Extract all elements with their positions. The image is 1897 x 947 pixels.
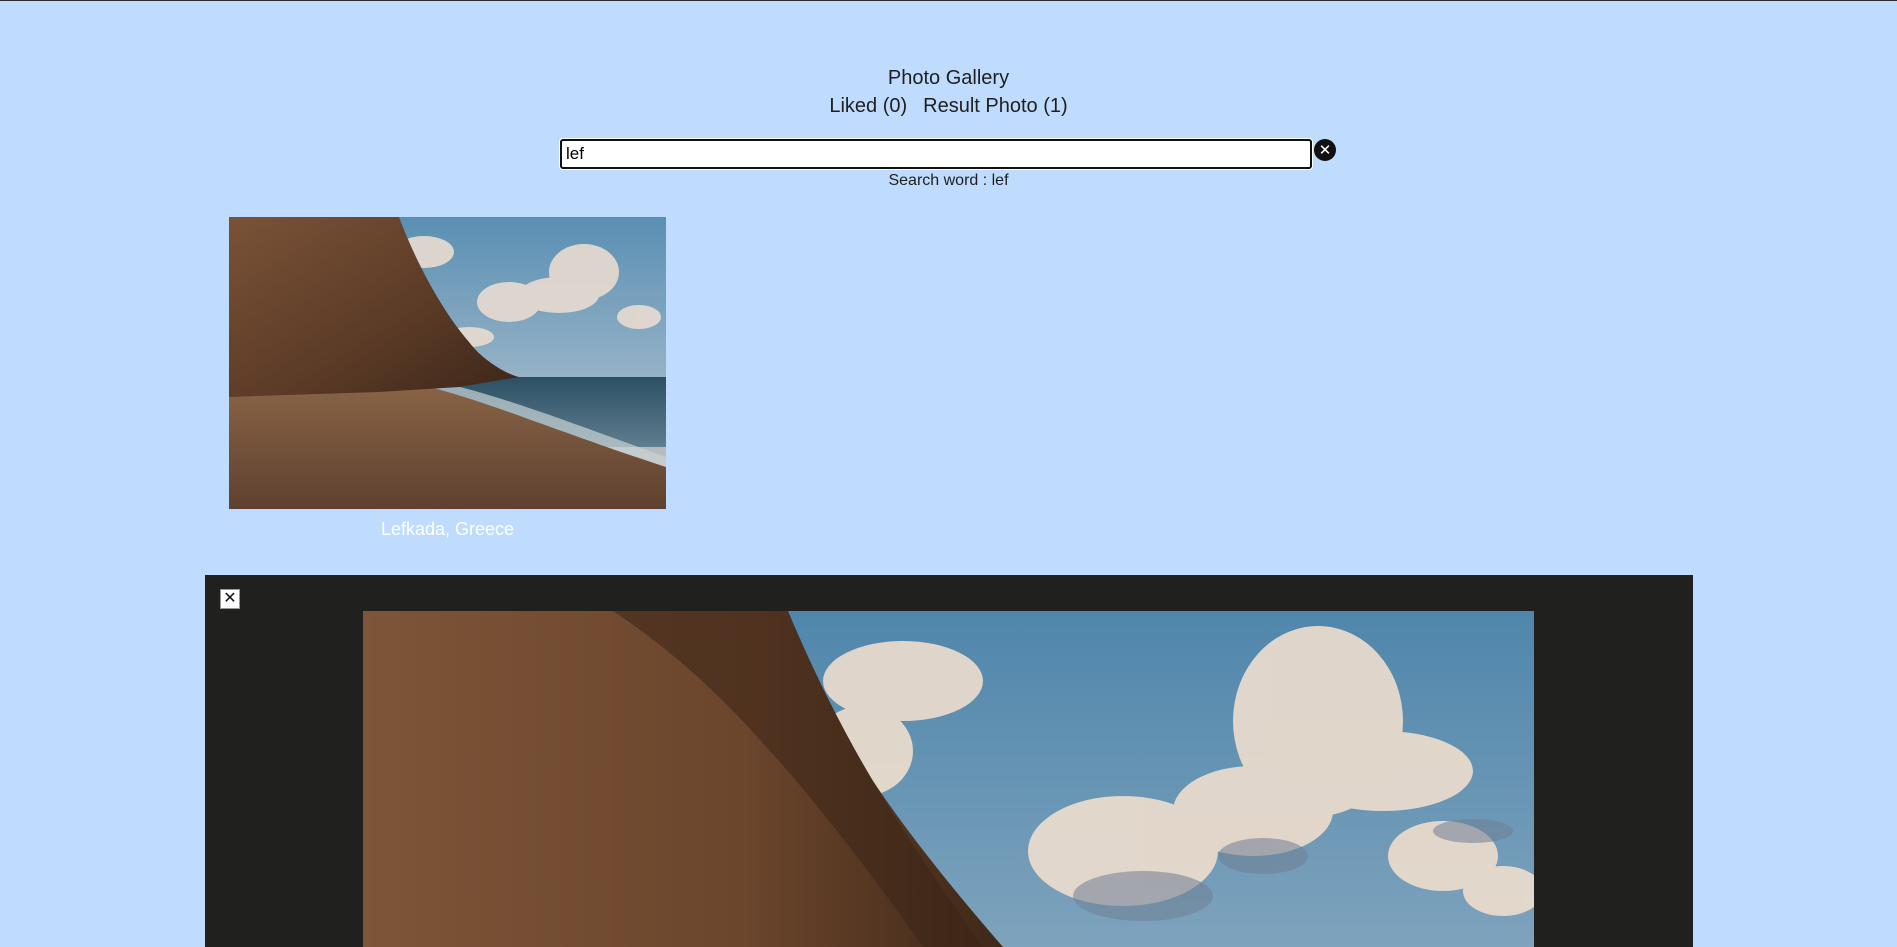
liked-link[interactable]: Liked (0) <box>829 95 907 117</box>
photo-card[interactable]: Lefkada, Greece <box>229 217 666 540</box>
clear-search-button[interactable]: ✕ <box>1314 139 1336 161</box>
search-input[interactable] <box>560 139 1312 169</box>
photo-caption: Lefkada, Greece <box>380 519 515 539</box>
search-word-label: Search word : lef <box>888 172 1009 189</box>
top-border <box>0 0 1897 1</box>
page-title: Photo Gallery <box>887 67 1010 89</box>
result-photo-link[interactable]: Result Photo (1) <box>923 95 1068 117</box>
close-circle-icon: ✕ <box>1318 141 1332 159</box>
subnav: Liked (0) Result Photo (1) <box>0 92 1897 120</box>
photo-modal: ✕ <box>205 575 1693 947</box>
close-icon: ✕ <box>223 590 237 607</box>
modal-photo <box>363 611 1534 947</box>
search-bar <box>560 139 1312 169</box>
photo-thumbnail[interactable] <box>229 217 666 509</box>
header: Photo Gallery Liked (0) Result Photo (1) <box>0 64 1897 120</box>
modal-close-button[interactable]: ✕ <box>220 589 240 609</box>
